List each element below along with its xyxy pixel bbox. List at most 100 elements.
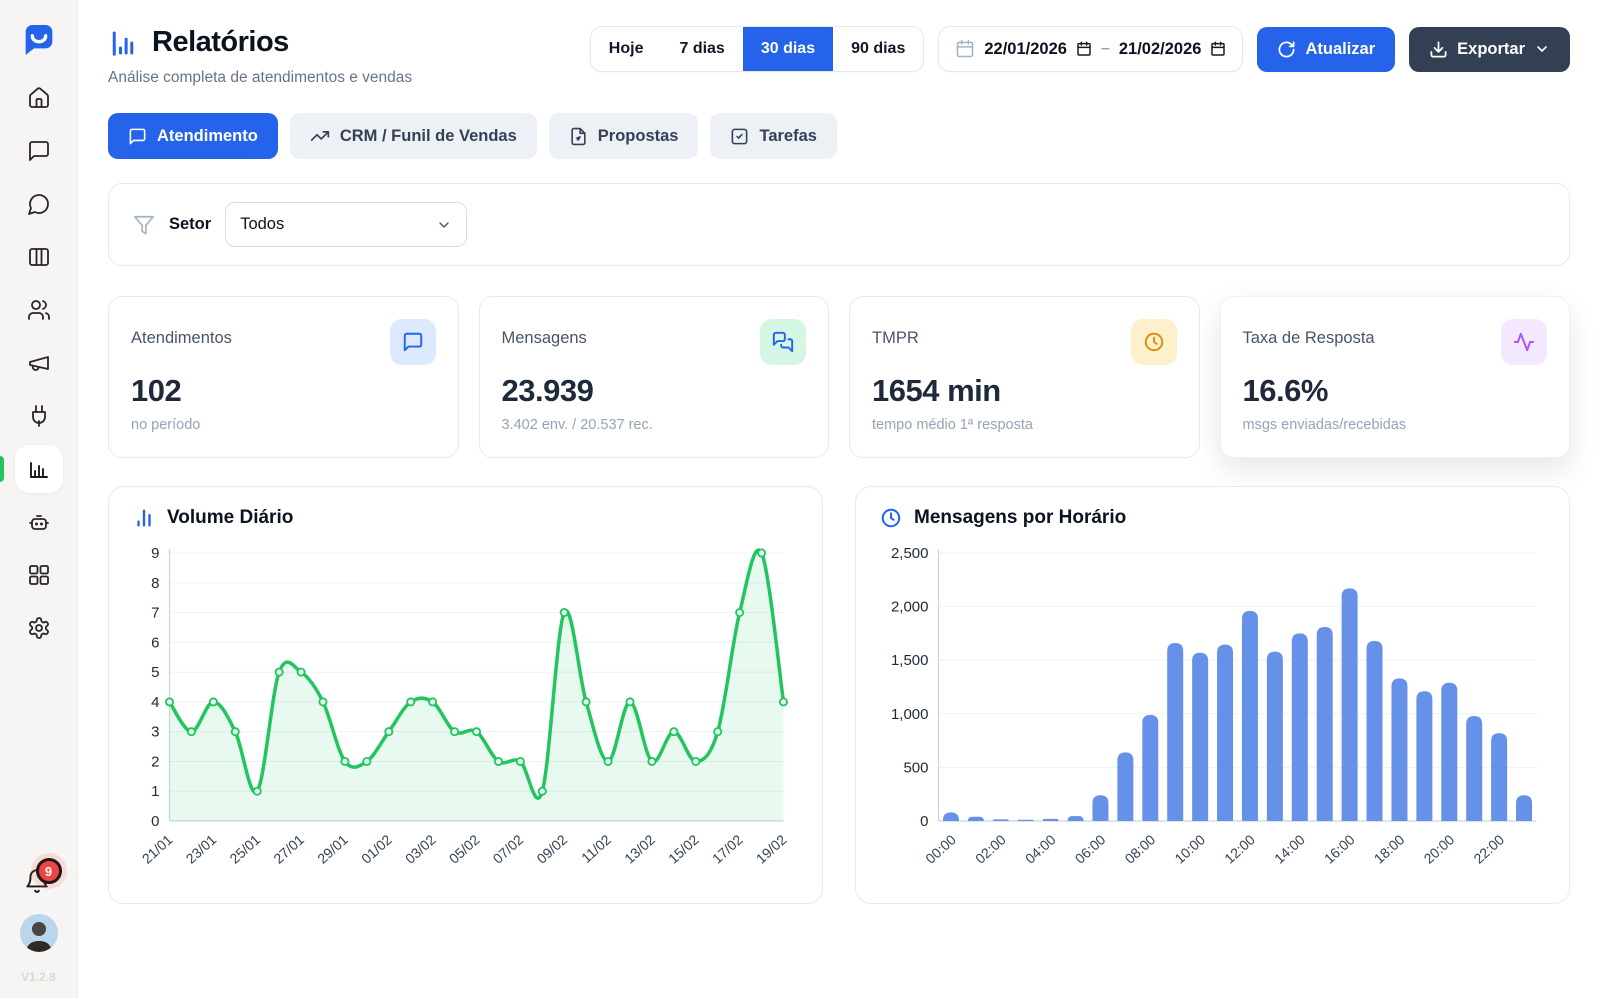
- mensagens-horario-chart: 05001,0001,5002,0002,50000:0002:0004:000…: [880, 537, 1545, 889]
- svg-text:1: 1: [151, 783, 159, 800]
- notification-badge: 9: [36, 858, 62, 884]
- sidebar-item-reports[interactable]: [27, 457, 51, 481]
- message-circle-icon: [27, 192, 51, 216]
- stat-value: 102: [131, 373, 436, 409]
- stat-card-taxa-resposta: Taxa de Resposta 16.6% msgs enviadas/rec…: [1220, 296, 1571, 458]
- date-to-input[interactable]: 21/02/2026: [1119, 40, 1202, 59]
- svg-text:18:00: 18:00: [1371, 831, 1408, 866]
- stat-card-tmpr: TMPR 1654 min tempo médio 1ª resposta: [849, 296, 1200, 458]
- svg-text:17/02: 17/02: [709, 831, 746, 866]
- calendar-icon: [955, 39, 975, 59]
- topbar: Relatórios Análise completa de atendimen…: [108, 26, 1570, 87]
- sidebar-item-integrations[interactable]: [27, 404, 51, 428]
- date-separator: –: [1101, 40, 1110, 58]
- tab-crm-funil[interactable]: CRM / Funil de Vendas: [290, 113, 537, 159]
- svg-text:27/01: 27/01: [270, 831, 307, 866]
- svg-text:19/02: 19/02: [753, 831, 790, 866]
- message-square-icon: [390, 319, 436, 365]
- page-title: Relatórios: [152, 26, 289, 59]
- svg-text:6: 6: [151, 634, 159, 651]
- funnel-icon: [133, 214, 155, 236]
- plug-icon: [27, 404, 51, 428]
- users-icon: [27, 298, 51, 322]
- notifications-button[interactable]: 9: [24, 862, 54, 896]
- square-check-icon: [730, 127, 749, 146]
- svg-text:06:00: 06:00: [1072, 831, 1109, 866]
- date-from-input[interactable]: 22/01/2026: [984, 40, 1067, 59]
- range-30dias-button[interactable]: 30 dias: [743, 27, 833, 71]
- svg-text:2,500: 2,500: [891, 545, 929, 562]
- svg-text:13/02: 13/02: [621, 831, 658, 866]
- stat-card-atendimentos: Atendimentos 102 no período: [108, 296, 459, 458]
- stat-sub: msgs enviadas/recebidas: [1243, 417, 1548, 433]
- trending-up-icon: [310, 126, 330, 146]
- date-range-segment: Hoje 7 dias 30 dias 90 dias: [590, 26, 925, 72]
- svg-text:08:00: 08:00: [1122, 831, 1159, 866]
- chevron-down-icon: [1534, 41, 1550, 57]
- date-to-picker-icon[interactable]: [1210, 41, 1226, 57]
- sidebar-item-contacts[interactable]: [27, 298, 51, 322]
- range-hoje-button[interactable]: Hoje: [591, 27, 662, 71]
- columns-icon: [27, 245, 51, 269]
- svg-text:09/02: 09/02: [533, 831, 570, 866]
- sidebar-nav: [27, 86, 51, 640]
- refresh-icon: [1277, 40, 1296, 59]
- page-subtitle: Análise completa de atendimentos e venda…: [108, 69, 590, 87]
- megaphone-icon: [27, 351, 51, 375]
- setor-select[interactable]: Todos: [225, 202, 467, 247]
- gear-icon: [27, 616, 51, 640]
- sidebar-item-apps[interactable]: [27, 563, 51, 587]
- sidebar-item-settings[interactable]: [27, 616, 51, 640]
- volume-diario-card: Volume Diário 012345678921/0123/0125/012…: [108, 486, 823, 904]
- refresh-button[interactable]: Atualizar: [1257, 27, 1395, 72]
- date-from-picker-icon[interactable]: [1076, 41, 1092, 57]
- svg-text:2: 2: [151, 753, 159, 770]
- app-logo-icon[interactable]: [17, 18, 61, 62]
- svg-text:22:00: 22:00: [1470, 831, 1507, 866]
- clock-small-icon: [880, 507, 902, 529]
- file-pen-icon: [569, 127, 588, 146]
- message-square-icon: [27, 139, 51, 163]
- stat-cards: Atendimentos 102 no período Mensagens 23…: [108, 296, 1570, 458]
- clock-icon: [1131, 319, 1177, 365]
- svg-text:3: 3: [151, 724, 159, 741]
- stat-value: 1654 min: [872, 373, 1177, 409]
- svg-text:12:00: 12:00: [1221, 831, 1258, 866]
- svg-text:10:00: 10:00: [1171, 831, 1208, 866]
- tab-tarefas[interactable]: Tarefas: [710, 113, 836, 159]
- volume-diario-chart: 012345678921/0123/0125/0127/0129/0101/02…: [133, 537, 798, 889]
- date-range-picker: 22/01/2026 – 21/02/2026: [938, 26, 1243, 72]
- filter-bar: Setor Todos: [108, 183, 1570, 266]
- svg-text:8: 8: [151, 575, 159, 592]
- app-version: V1.2.8: [21, 970, 56, 988]
- active-nav-indicator: [0, 456, 4, 482]
- stat-label: TMPR: [872, 319, 919, 348]
- user-avatar[interactable]: [20, 914, 58, 952]
- sidebar-item-kanban[interactable]: [27, 245, 51, 269]
- grid-icon: [27, 563, 51, 587]
- stat-sub: 3.402 env. / 20.537 rec.: [502, 417, 807, 433]
- stat-label: Taxa de Resposta: [1243, 319, 1375, 348]
- svg-text:05/02: 05/02: [446, 831, 483, 866]
- sidebar-item-bots[interactable]: [27, 510, 51, 534]
- mensagens-horario-card: Mensagens por Horário 05001,0001,5002,00…: [855, 486, 1570, 904]
- sidebar-item-home[interactable]: [27, 86, 51, 110]
- messages-square-icon: [760, 319, 806, 365]
- range-7dias-button[interactable]: 7 dias: [661, 27, 742, 71]
- range-90dias-button[interactable]: 90 dias: [833, 27, 923, 71]
- chart-title: Volume Diário: [167, 507, 293, 529]
- svg-text:02:00: 02:00: [972, 831, 1009, 866]
- stat-value: 16.6%: [1243, 373, 1548, 409]
- reports-title-icon: [108, 28, 138, 58]
- svg-text:1,500: 1,500: [891, 652, 929, 669]
- stat-sub: tempo médio 1ª resposta: [872, 417, 1177, 433]
- tab-propostas[interactable]: Propostas: [549, 113, 699, 159]
- export-button[interactable]: Exportar: [1409, 27, 1570, 72]
- sidebar-item-chats[interactable]: [27, 139, 51, 163]
- sidebar-item-campaigns[interactable]: [27, 351, 51, 375]
- sidebar-item-conversations[interactable]: [27, 192, 51, 216]
- tab-atendimento[interactable]: Atendimento: [108, 113, 278, 159]
- svg-text:0: 0: [920, 813, 928, 830]
- svg-text:500: 500: [903, 759, 928, 776]
- main-content: Relatórios Análise completa de atendimen…: [78, 0, 1600, 998]
